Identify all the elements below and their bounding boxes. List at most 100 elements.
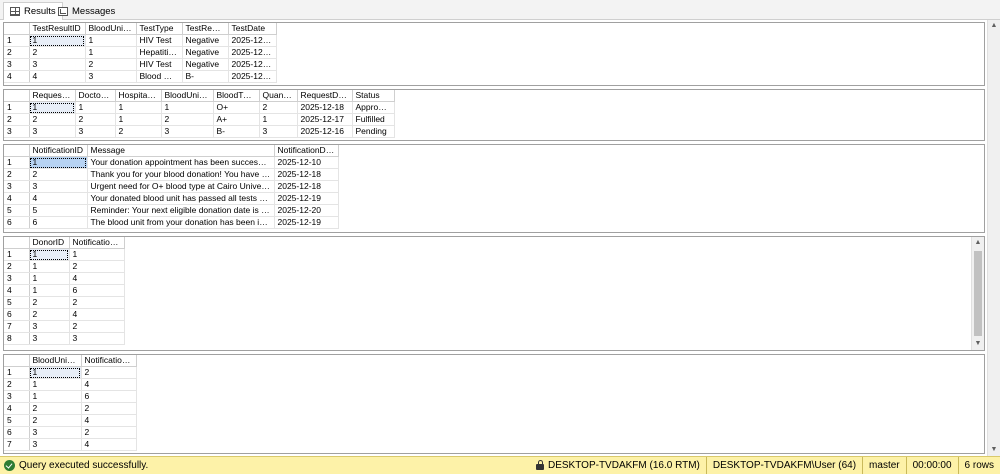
table-row[interactable]: 734 bbox=[4, 438, 137, 451]
grid-cell[interactable]: 2025-12-18 bbox=[228, 34, 277, 47]
table-row[interactable]: 112 bbox=[4, 366, 137, 379]
row-number[interactable]: 1 bbox=[4, 248, 30, 261]
grid-cell[interactable]: Your donation appointment has been succe… bbox=[87, 156, 275, 169]
row-number[interactable]: 1 bbox=[4, 34, 30, 47]
grid-cell[interactable]: 1 bbox=[75, 101, 116, 114]
row-number[interactable]: 7 bbox=[4, 320, 30, 333]
result-grid-bloodunit-notifications[interactable]: BloodUnitID NotificationID 1 1 2 2 1 4 3 1 6 4 2 2 5 2 4… bbox=[3, 354, 985, 454]
column-header[interactable]: TestType bbox=[136, 23, 183, 35]
column-header[interactable]: Quantity bbox=[259, 90, 298, 102]
row-number[interactable]: 2 bbox=[4, 260, 30, 273]
table-row[interactable]: 3 3 Urgent need for O+ blood type at Cairo… bbox=[4, 180, 339, 193]
grid-cell[interactable]: Urgent need for O+ blood type at Cairo U… bbox=[87, 180, 275, 193]
row-number[interactable]: 6 bbox=[4, 216, 30, 229]
table-row[interactable]: 4 4 Your donated blood unit has passed all… bbox=[4, 192, 339, 205]
grid-cell[interactable]: 2025-12-15 bbox=[228, 58, 277, 71]
column-header[interactable]: BloodType bbox=[213, 90, 260, 102]
grid-cell[interactable]: 1 bbox=[29, 260, 70, 273]
grid-cell[interactable]: 4 bbox=[29, 70, 86, 83]
grid-cell[interactable]: Hepatitis B bbox=[136, 46, 183, 59]
table-row[interactable]: 522 bbox=[4, 296, 125, 309]
column-header[interactable]: BloodUnitID bbox=[161, 90, 214, 102]
scroll-down-arrow-icon[interactable]: ▼ bbox=[972, 338, 984, 350]
scrollbar-thumb[interactable] bbox=[974, 251, 982, 336]
table-row[interactable]: 314 bbox=[4, 272, 125, 285]
grid-cell[interactable]: B- bbox=[182, 70, 229, 83]
grid-cell[interactable]: 3 bbox=[29, 125, 76, 138]
grid-cell[interactable]: Negative bbox=[182, 46, 229, 59]
grid-cell[interactable]: 1 bbox=[29, 378, 82, 391]
table-row[interactable]: 3 3 2 HIV Test Negative 2025-12-15 bbox=[4, 58, 277, 71]
grid-cell[interactable]: 2 bbox=[29, 46, 86, 59]
grid-cell[interactable]: 3 bbox=[29, 438, 82, 451]
grid-cell[interactable]: 1 bbox=[259, 113, 298, 126]
grid-cell[interactable]: 4 bbox=[69, 308, 125, 321]
row-number[interactable]: 5 bbox=[4, 204, 30, 217]
grid-cell[interactable]: 2025-12-15 bbox=[228, 70, 277, 83]
table-row[interactable]: 4 4 3 Blood Gr... B- 2025-12-15 bbox=[4, 70, 277, 83]
grid-cell[interactable]: 2025-12-16 bbox=[297, 125, 353, 138]
column-header[interactable]: TestDate bbox=[228, 23, 277, 35]
row-number[interactable]: 1 bbox=[4, 366, 30, 379]
row-number[interactable]: 3 bbox=[4, 272, 30, 285]
result-grid-test-results[interactable]: TestResultID BloodUnitID TestType TestResul… bbox=[3, 22, 985, 86]
table-row[interactable]: 524 bbox=[4, 414, 137, 427]
row-number[interactable]: 6 bbox=[4, 426, 30, 439]
grid-cell[interactable]: 3 bbox=[29, 320, 70, 333]
table-row[interactable]: 214 bbox=[4, 378, 137, 391]
grid-cell[interactable]: Blood Gr... bbox=[136, 70, 183, 83]
result-grid-donor-notifications[interactable]: DonorID NotificationID 1 1 1 2 1 2 3 1 4 4 1 6 5 2 2 6 2 4 7… bbox=[3, 236, 985, 351]
column-header[interactable]: RequestDate bbox=[297, 90, 353, 102]
column-header[interactable]: Status bbox=[352, 90, 395, 102]
grid-cell[interactable]: 6 bbox=[69, 284, 125, 297]
table-row[interactable]: 732 bbox=[4, 320, 125, 333]
grid-cell[interactable]: 1 bbox=[69, 248, 125, 261]
grid-cell[interactable]: A+ bbox=[213, 113, 260, 126]
grid-cell[interactable]: 2 bbox=[81, 366, 137, 379]
grid-cell[interactable]: 4 bbox=[81, 414, 137, 427]
grid-cell[interactable]: 1 bbox=[29, 390, 82, 403]
grid-cell[interactable]: HIV Test bbox=[136, 58, 183, 71]
grid-cell[interactable]: 1 bbox=[29, 101, 76, 114]
table-row[interactable]: 422 bbox=[4, 402, 137, 415]
grid-cell[interactable]: 2025-12-18 bbox=[297, 101, 353, 114]
row-number[interactable]: 4 bbox=[4, 192, 30, 205]
grid-cell[interactable]: 2 bbox=[115, 125, 162, 138]
grid-cell[interactable]: 1 bbox=[115, 113, 162, 126]
grid-cell[interactable]: 4 bbox=[29, 192, 88, 205]
grid-cell[interactable]: 1 bbox=[115, 101, 162, 114]
grid-cell[interactable]: 2 bbox=[81, 426, 137, 439]
grid-cell[interactable]: 2 bbox=[161, 113, 214, 126]
row-number[interactable]: 3 bbox=[4, 180, 30, 193]
column-header[interactable]: BloodUnitID bbox=[29, 355, 82, 367]
grid-cell[interactable]: 2025-12-19 bbox=[274, 216, 339, 229]
scroll-up-arrow-icon[interactable]: ▲ bbox=[988, 20, 1000, 32]
row-number[interactable]: 5 bbox=[4, 414, 30, 427]
grid-cell[interactable]: 3 bbox=[85, 70, 137, 83]
grid-corner[interactable] bbox=[4, 237, 30, 249]
grid-cell[interactable]: 2 bbox=[69, 296, 125, 309]
tab-messages[interactable]: Messages bbox=[52, 2, 121, 20]
column-header[interactable]: DoctorID bbox=[75, 90, 116, 102]
table-row[interactable]: 2 2 1 Hepatitis B Negative 2025-12-18 bbox=[4, 46, 277, 59]
grid-cell[interactable]: 1 bbox=[29, 366, 82, 379]
table-row[interactable]: 2 2 2 1 2 A+ 1 2025-12-17 Fulfilled bbox=[4, 113, 395, 126]
grid-cell[interactable]: Negative bbox=[182, 34, 229, 47]
grid-cell[interactable]: Fulfilled bbox=[352, 113, 395, 126]
grid-cell[interactable]: 1 bbox=[85, 34, 137, 47]
grid-cell[interactable]: 6 bbox=[81, 390, 137, 403]
grid-corner[interactable] bbox=[4, 90, 30, 102]
grid-cell[interactable]: 1 bbox=[29, 156, 88, 169]
scroll-up-arrow-icon[interactable]: ▲ bbox=[972, 237, 984, 249]
row-number[interactable]: 1 bbox=[4, 156, 30, 169]
grid-cell[interactable]: 3 bbox=[259, 125, 298, 138]
table-row[interactable]: 632 bbox=[4, 426, 137, 439]
row-number[interactable]: 6 bbox=[4, 308, 30, 321]
column-header[interactable]: TestResultID bbox=[29, 23, 86, 35]
grid-cell[interactable]: 3 bbox=[29, 58, 86, 71]
grid-cell[interactable]: 2025-12-19 bbox=[274, 192, 339, 205]
table-row[interactable]: 6 6 The blood unit from your donation has … bbox=[4, 216, 339, 229]
row-number[interactable]: 1 bbox=[4, 101, 30, 114]
grid-cell[interactable]: 2 bbox=[29, 296, 70, 309]
grid-cell[interactable]: Negative bbox=[182, 58, 229, 71]
